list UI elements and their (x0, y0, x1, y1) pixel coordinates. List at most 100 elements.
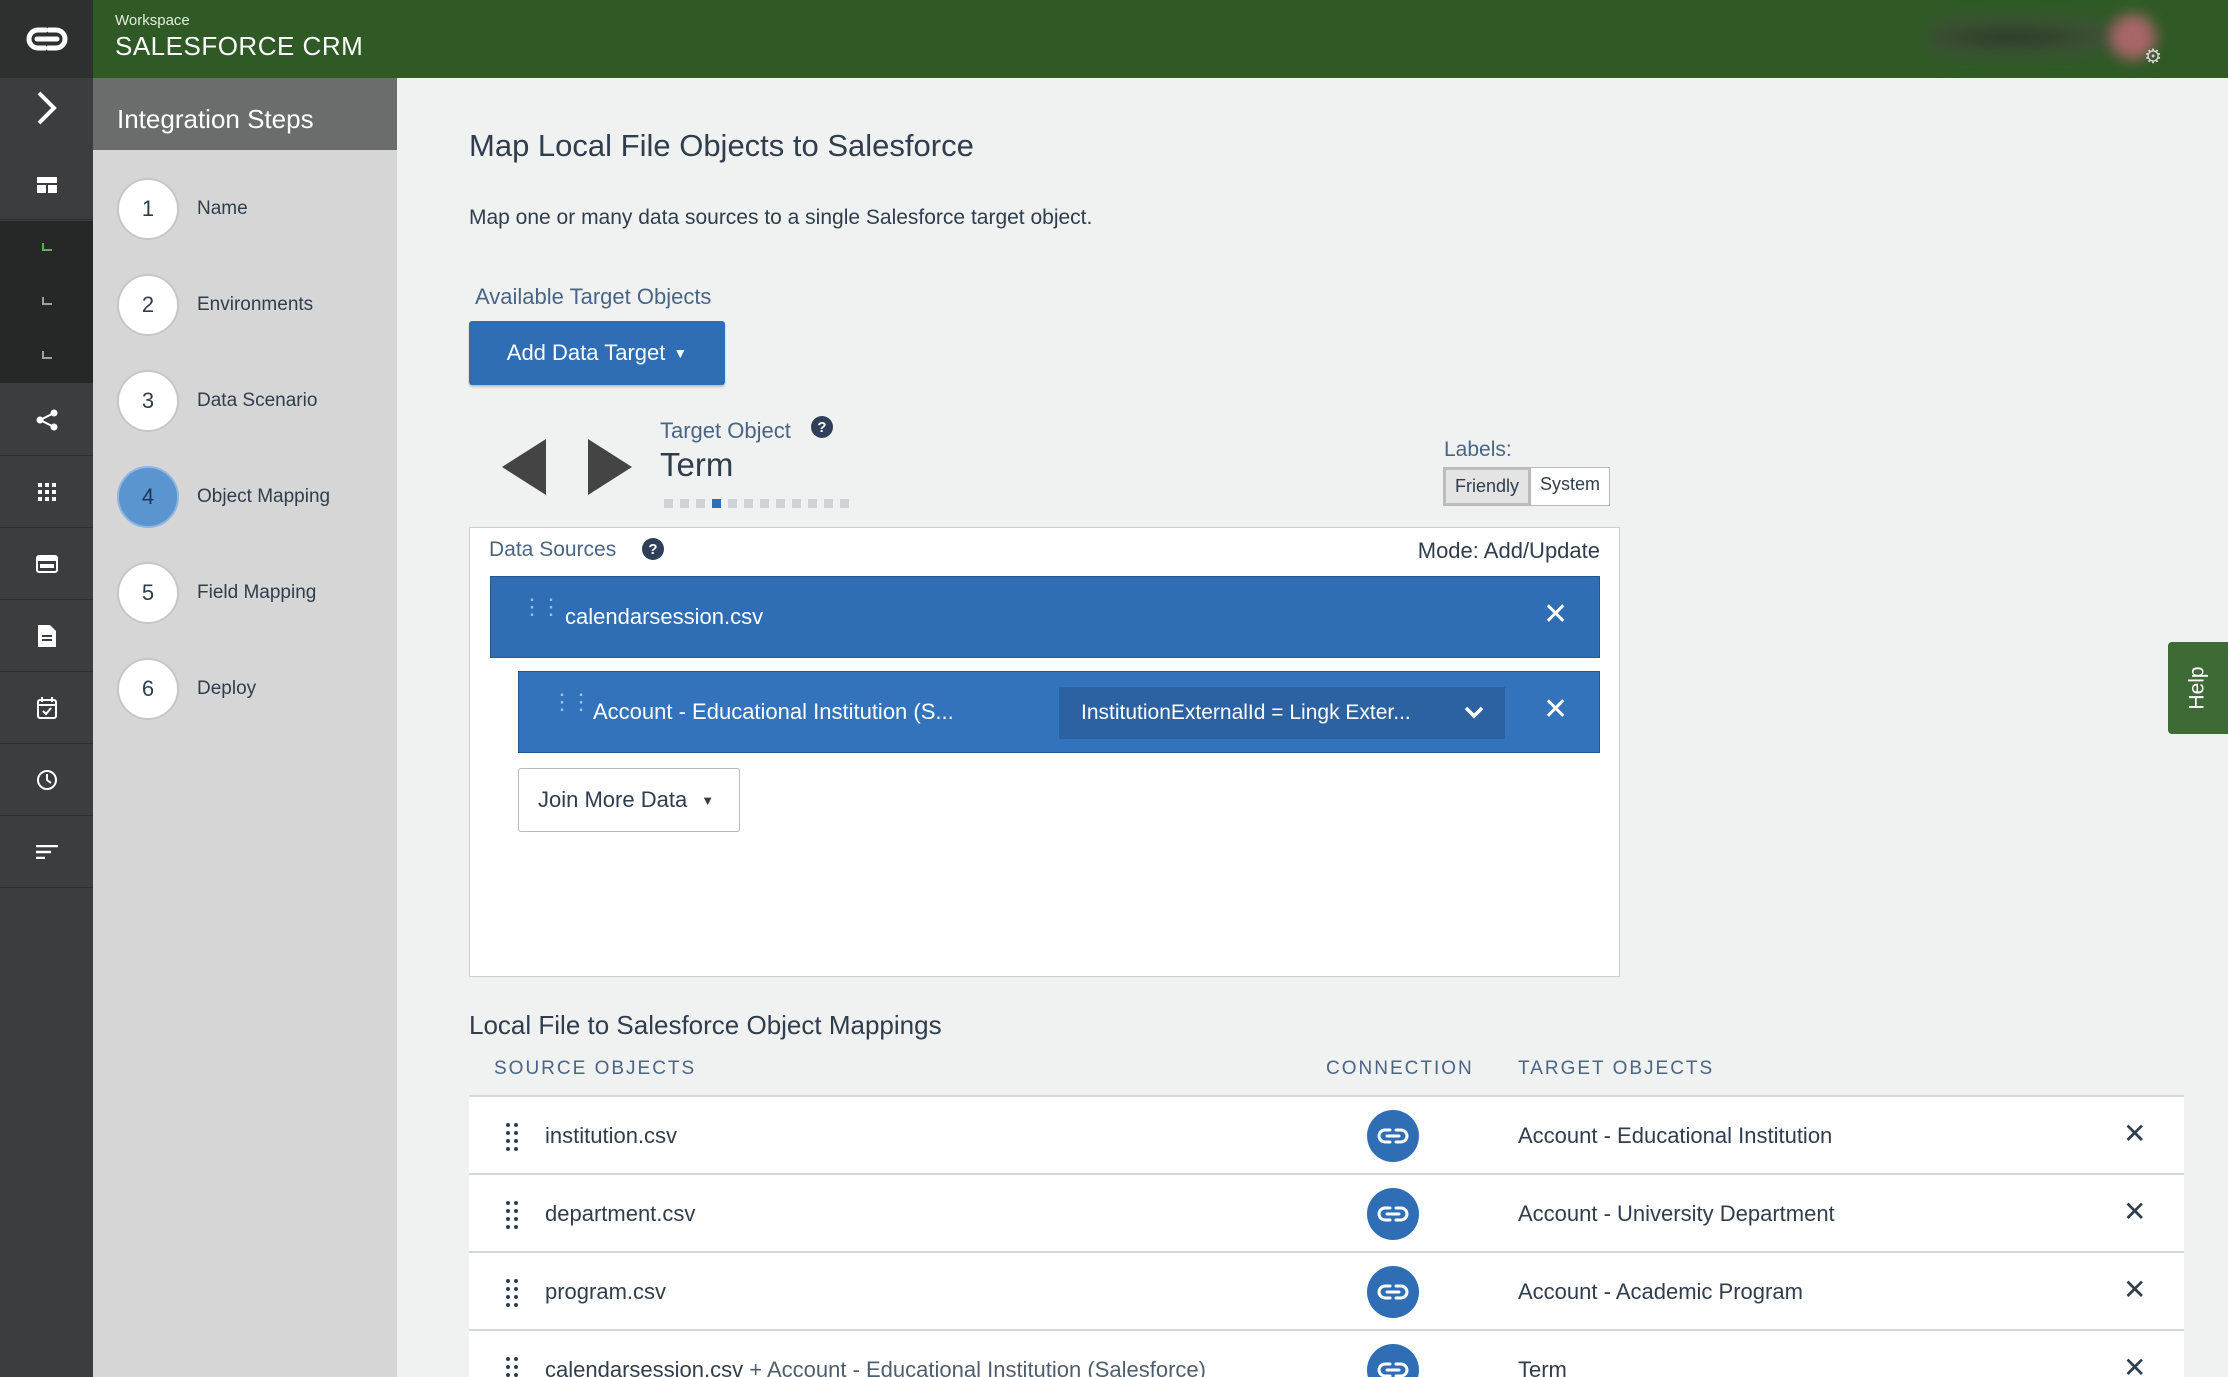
join-more-data-label: Join More Data (538, 787, 688, 812)
step-number: 1 (117, 178, 179, 240)
share-icon[interactable] (0, 384, 93, 456)
labels-option-system[interactable]: System (1530, 468, 1609, 505)
help-question-icon[interactable]: ? (811, 416, 833, 438)
close-icon[interactable]: ✕ (1543, 692, 1568, 727)
step-deploy[interactable]: 6 Deploy (117, 658, 256, 720)
pager-dot[interactable] (712, 499, 721, 508)
drag-handle-icon[interactable] (505, 1278, 519, 1308)
labels-title: Labels: (1444, 438, 1512, 461)
pager-dot[interactable] (744, 499, 753, 508)
pager-dot[interactable] (696, 499, 705, 508)
connection-link-button[interactable] (1367, 1266, 1419, 1318)
labels-toggle[interactable]: Friendly System (1443, 467, 1611, 506)
step-data-scenario[interactable]: 3 Data Scenario (117, 370, 317, 432)
left-rail (0, 0, 93, 1377)
connection-link-button[interactable] (1367, 1344, 1419, 1377)
pager-dot[interactable] (792, 499, 801, 508)
table-row[interactable]: department.csv Account - University Depa… (469, 1173, 2184, 1251)
pager-dot[interactable] (760, 499, 769, 508)
target-object: Account - Academic Program (1518, 1279, 1803, 1304)
remove-mapping-close-icon[interactable]: ✕ (2123, 1273, 2146, 1306)
step-label: Object Mapping (197, 486, 331, 507)
drag-handle-icon[interactable]: ⋮⋮ (551, 691, 592, 713)
join-more-data-button[interactable]: Join More Data ▼ (518, 768, 740, 832)
previous-target-arrow-icon[interactable] (500, 437, 548, 497)
labels-option-friendly[interactable]: Friendly (1444, 468, 1531, 505)
add-data-target-button[interactable]: Add Data Target ▼ (469, 321, 725, 385)
submenu-tick-icon[interactable] (42, 243, 52, 251)
steps-title: Integration Steps (93, 78, 397, 150)
drag-handle-icon[interactable] (505, 1200, 519, 1230)
caret-down-icon: ▼ (673, 345, 688, 361)
link-icon (1377, 1284, 1409, 1300)
pager-dot[interactable] (680, 499, 689, 508)
window-icon[interactable] (0, 528, 93, 600)
connection-link-button[interactable] (1367, 1188, 1419, 1240)
top-header: Workspace SALESFORCE CRM ⚙ (93, 0, 2228, 78)
joined-data-source[interactable]: ⋮⋮ Account - Educational Institution (S.… (518, 671, 1600, 753)
data-sources-panel: Data Sources ? Mode: Add/Update ⋮⋮ calen… (469, 527, 1620, 977)
step-object-mapping[interactable]: 4 Object Mapping (117, 466, 330, 528)
pager-dot[interactable] (840, 499, 849, 508)
source-object: calendarsession.csv + Account - Educatio… (545, 1357, 1206, 1377)
document-icon[interactable] (0, 600, 93, 672)
pager-dot[interactable] (824, 499, 833, 508)
chevron-right-icon[interactable] (0, 78, 93, 138)
add-data-target-label: Add Data Target (506, 340, 666, 365)
remove-mapping-close-icon[interactable]: ✕ (2123, 1195, 2146, 1228)
table-row[interactable]: program.csv Account - Academic Program ✕ (469, 1251, 2184, 1329)
step-number: 3 (117, 370, 179, 432)
step-name[interactable]: 1 Name (117, 178, 248, 240)
target-object-name: Term (660, 446, 734, 483)
rail-submenu (0, 221, 93, 383)
join-condition-select[interactable]: InstitutionExternalId = Lingk Exter... (1059, 687, 1505, 739)
submenu-tick-icon[interactable] (42, 351, 52, 359)
drag-handle-icon[interactable]: ⋮⋮ (521, 596, 562, 618)
close-icon[interactable]: ✕ (1543, 597, 1568, 632)
integration-steps-panel: Integration Steps 1 Name 2 Environments … (93, 78, 397, 1377)
help-question-icon[interactable]: ? (642, 538, 664, 560)
column-header-target: TARGET OBJECTS (1518, 1058, 1715, 1079)
workspace-name[interactable]: SALESFORCE CRM (115, 31, 363, 62)
step-number: 5 (117, 562, 179, 624)
chevron-down-icon (1464, 706, 1484, 719)
source-object: department.csv (545, 1201, 696, 1226)
calendar-check-icon[interactable] (0, 672, 93, 744)
pager-dot[interactable] (808, 499, 817, 508)
remove-mapping-close-icon[interactable]: ✕ (2123, 1351, 2146, 1377)
pager-dot[interactable] (776, 499, 785, 508)
step-environments[interactable]: 2 Environments (117, 274, 313, 336)
step-label: Field Mapping (197, 582, 317, 603)
drag-handle-icon[interactable] (505, 1356, 519, 1377)
grid-icon[interactable] (0, 456, 93, 528)
source-object: program.csv (545, 1279, 667, 1304)
pager-dot[interactable] (664, 499, 673, 508)
target-object: Term (1518, 1357, 1567, 1377)
submenu-tick-icon[interactable] (42, 297, 52, 305)
next-target-arrow-icon[interactable] (586, 437, 634, 497)
table-row[interactable]: institution.csv Account - Educational In… (469, 1095, 2184, 1173)
step-number: 2 (117, 274, 179, 336)
step-field-mapping[interactable]: 5 Field Mapping (117, 562, 316, 624)
mappings-title: Local File to Salesforce Object Mappings (469, 1010, 942, 1040)
link-logo-icon[interactable] (0, 0, 93, 78)
remove-mapping-close-icon[interactable]: ✕ (2123, 1117, 2146, 1150)
data-sources-title: Data Sources (489, 538, 617, 561)
link-icon (1377, 1206, 1409, 1222)
gear-icon[interactable]: ⚙ (2144, 44, 2162, 69)
pager-dot[interactable] (728, 499, 737, 508)
connection-link-button[interactable] (1367, 1110, 1419, 1162)
target-pager-dots[interactable] (664, 499, 849, 508)
clock-icon[interactable] (0, 744, 93, 816)
help-tab[interactable]: Help (2168, 642, 2228, 734)
sort-lines-icon[interactable] (0, 816, 93, 888)
target-object: Account - University Department (1518, 1201, 1835, 1226)
caret-down-icon: ▼ (701, 792, 715, 808)
primary-data-source[interactable]: ⋮⋮ calendarsession.csv ✕ (490, 576, 1600, 658)
dashboard-icon[interactable] (0, 150, 93, 220)
help-tab-label: Help (2185, 666, 2209, 710)
table-row[interactable]: calendarsession.csv + Account - Educatio… (469, 1329, 2184, 1377)
step-number: 6 (117, 658, 179, 720)
drag-handle-icon[interactable] (505, 1122, 519, 1152)
join-condition-value: InstitutionExternalId = Lingk Exter... (1081, 701, 1411, 724)
